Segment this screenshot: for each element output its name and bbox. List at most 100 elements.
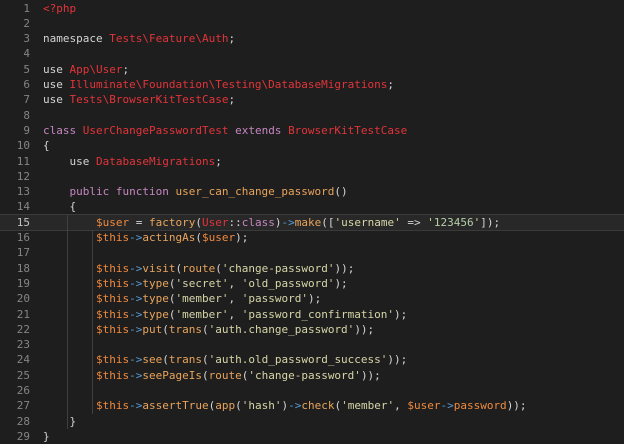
code-token: 'hash'	[241, 399, 282, 413]
code-line[interactable]: 5 use App\User;	[0, 62, 624, 77]
code-token: 'secret'	[175, 276, 229, 290]
code-line[interactable]: 8	[0, 108, 624, 123]
code-line[interactable]: 26	[0, 383, 624, 398]
line-number: 9	[23, 123, 30, 137]
code-line[interactable]: 15 $user = factory(User::class)->make(['…	[0, 213, 624, 232]
code-line[interactable]: 17	[0, 245, 624, 260]
code-token: 'change-password'	[248, 368, 361, 382]
line-number: 26	[16, 384, 30, 397]
code-token: ->	[129, 368, 143, 382]
code-token: ::	[228, 215, 242, 229]
line-number: 22	[16, 322, 30, 336]
code-text: {	[43, 138, 50, 153]
code-token: $user	[201, 231, 236, 244]
code-token: check	[301, 399, 335, 413]
code-line[interactable]: 29}	[0, 429, 624, 444]
code-token: $this	[95, 231, 130, 244]
code-line[interactable]: 25 $this->seePageIs(route('change-passwo…	[0, 368, 624, 383]
code-line[interactable]: 3 namespace Tests\Feature\Auth;	[0, 31, 624, 46]
line-number: 7	[23, 93, 30, 107]
code-line[interactable]: 24 $this->see(trans('auth.old_password_s…	[0, 352, 624, 367]
code-token: class	[43, 123, 83, 137]
code-token: (	[235, 399, 242, 413]
code-token: ;	[228, 93, 236, 107]
code-token: ->	[129, 322, 143, 336]
code-token: (	[321, 215, 328, 229]
code-token: use	[43, 93, 70, 107]
code-line[interactable]: 12	[0, 169, 624, 184]
code-line[interactable]: 28 }	[0, 414, 624, 429]
code-token: user_can_change_password	[175, 185, 335, 199]
code-token: );	[394, 307, 408, 321]
code-token: (	[195, 215, 202, 229]
code-token: 'auth.old_password_success'	[208, 353, 388, 367]
code-token: $this	[95, 276, 130, 290]
code-editor[interactable]: 1 <?php 2 3 namespace Tests\Feature\Auth; 4 5 u…	[0, 0, 624, 444]
code-token: extends	[228, 123, 289, 137]
code-line[interactable]: 1 <?php	[0, 1, 624, 16]
line-number: 23	[16, 338, 30, 352]
code-token: public function	[69, 185, 176, 199]
code-line[interactable]: 18 $this->visit(route('change-password')…	[0, 261, 624, 276]
code-text: $this->actingAs($user);	[43, 230, 248, 245]
code-token: BrowserKitTestCase	[288, 123, 408, 137]
code-token: DatabaseMigrations	[95, 154, 216, 168]
code-token: <?php	[43, 1, 77, 15]
code-token: '	[427, 215, 434, 229]
code-token: 123456	[433, 215, 474, 229]
code-line[interactable]: 20 $this->type('member', 'password');	[0, 291, 624, 306]
code-token: ));	[334, 261, 355, 275]
code-token: }	[43, 429, 50, 443]
code-token: (	[201, 353, 209, 367]
code-line[interactable]: 11 use DatabaseMigrations;	[0, 154, 624, 169]
code-token: ;	[228, 32, 236, 46]
code-token: ;	[215, 154, 222, 168]
code-line[interactable]: 6 use Illuminate\Foundation\Testing\Datab…	[0, 77, 624, 92]
code-text: <?php	[43, 1, 76, 16]
code-line[interactable]: 2	[0, 16, 624, 31]
code-text: $this->assertTrue(app('hash')->check('me…	[43, 398, 527, 413]
code-token: ->	[440, 399, 454, 413]
code-token: ,	[394, 399, 408, 413]
code-line[interactable]: 16 $this->actingAs($user);	[0, 230, 624, 245]
code-line[interactable]: 7 use Tests\BrowserKitTestCase;	[0, 92, 624, 107]
code-token: );	[307, 292, 322, 306]
line-number: 21	[16, 307, 30, 321]
code-token: ->	[281, 215, 295, 229]
code-token: ->	[129, 231, 143, 244]
code-text: use DatabaseMigrations;	[43, 154, 222, 169]
code-token: ]	[480, 215, 487, 229]
code-token: ->	[129, 399, 143, 413]
line-number: 28	[16, 414, 30, 428]
code-line[interactable]: 19 $this->type('secret', 'old_password')…	[0, 276, 624, 291]
code-token: 'auth.change_password'	[208, 322, 355, 336]
code-line[interactable]: 14 {	[0, 199, 624, 214]
code-token: use	[43, 78, 70, 91]
code-token: (	[215, 261, 222, 275]
code-token: Illuminate\Foundation\Testing\DatabaseMi…	[69, 78, 388, 91]
code-line[interactable]: 4	[0, 46, 624, 61]
code-line[interactable]: 22 $this->put(trans('auth.change_passwor…	[0, 322, 624, 337]
code-token: password	[453, 399, 507, 413]
line-number: 3	[23, 32, 30, 46]
code-token: ;	[122, 62, 130, 76]
line-number: 8	[23, 108, 30, 122]
code-text: $user = factory(User::class)->make(['use…	[43, 215, 500, 230]
code-token: (	[195, 231, 202, 244]
code-line[interactable]: 10 {	[0, 138, 624, 153]
code-line[interactable]: 27 $this->assertTrue(app('hash')->check(…	[0, 398, 624, 413]
code-line[interactable]: 13 public function user_can_change_passw…	[0, 184, 624, 199]
code-token: $this	[95, 261, 130, 275]
code-line[interactable]: 9 class UserChangePasswordTest extends Br…	[0, 123, 624, 138]
line-number: 27	[16, 399, 30, 413]
code-line[interactable]: 23	[0, 337, 624, 352]
code-line[interactable]: 21 $this->type('member', 'password_confi…	[0, 307, 624, 322]
code-token: ->	[129, 353, 143, 367]
code-text: class UserChangePasswordTest extends Bro…	[43, 123, 407, 138]
code-token: $this	[95, 292, 130, 306]
